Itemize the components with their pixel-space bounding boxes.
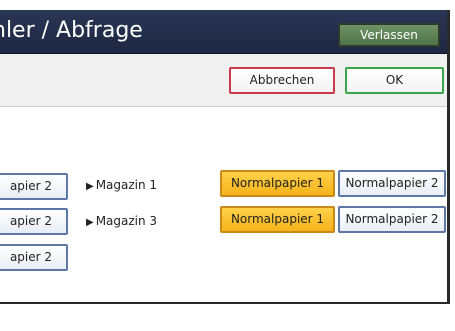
tray-label-row2: ▶ Magazin 3 (86, 214, 157, 228)
option-normalpapier-1-row1[interactable]: Normalpapier 1 (220, 170, 335, 197)
tray-name: Magazin 1 (95, 178, 158, 192)
cancel-button[interactable]: Abbrechen (229, 67, 335, 94)
left-paper-button-row1[interactable]: apier 2 (0, 173, 68, 200)
tray-name: Magazin 3 (95, 214, 158, 228)
left-paper-button-row3[interactable]: apier 2 (0, 244, 68, 271)
play-arrow-icon: ▶ (86, 181, 94, 192)
screen-frame-right (447, 10, 450, 304)
tray-label-row1: ▶ Magazin 1 (86, 178, 157, 192)
title-bar: hler / Abfrage Verlassen (0, 10, 447, 54)
exit-button[interactable]: Verlassen (338, 23, 440, 47)
screen-frame-bottom (0, 302, 450, 304)
option-normalpapier-2-row2[interactable]: Normalpapier 2 (338, 206, 446, 233)
option-normalpapier-2-row1[interactable]: Normalpapier 2 (338, 170, 446, 197)
screen-title: hler / Abfrage (0, 18, 143, 43)
play-arrow-icon: ▶ (86, 217, 94, 228)
ok-button[interactable]: OK (345, 67, 444, 94)
option-normalpapier-1-row2[interactable]: Normalpapier 1 (220, 206, 335, 233)
left-paper-button-row2[interactable]: apier 2 (0, 208, 68, 235)
